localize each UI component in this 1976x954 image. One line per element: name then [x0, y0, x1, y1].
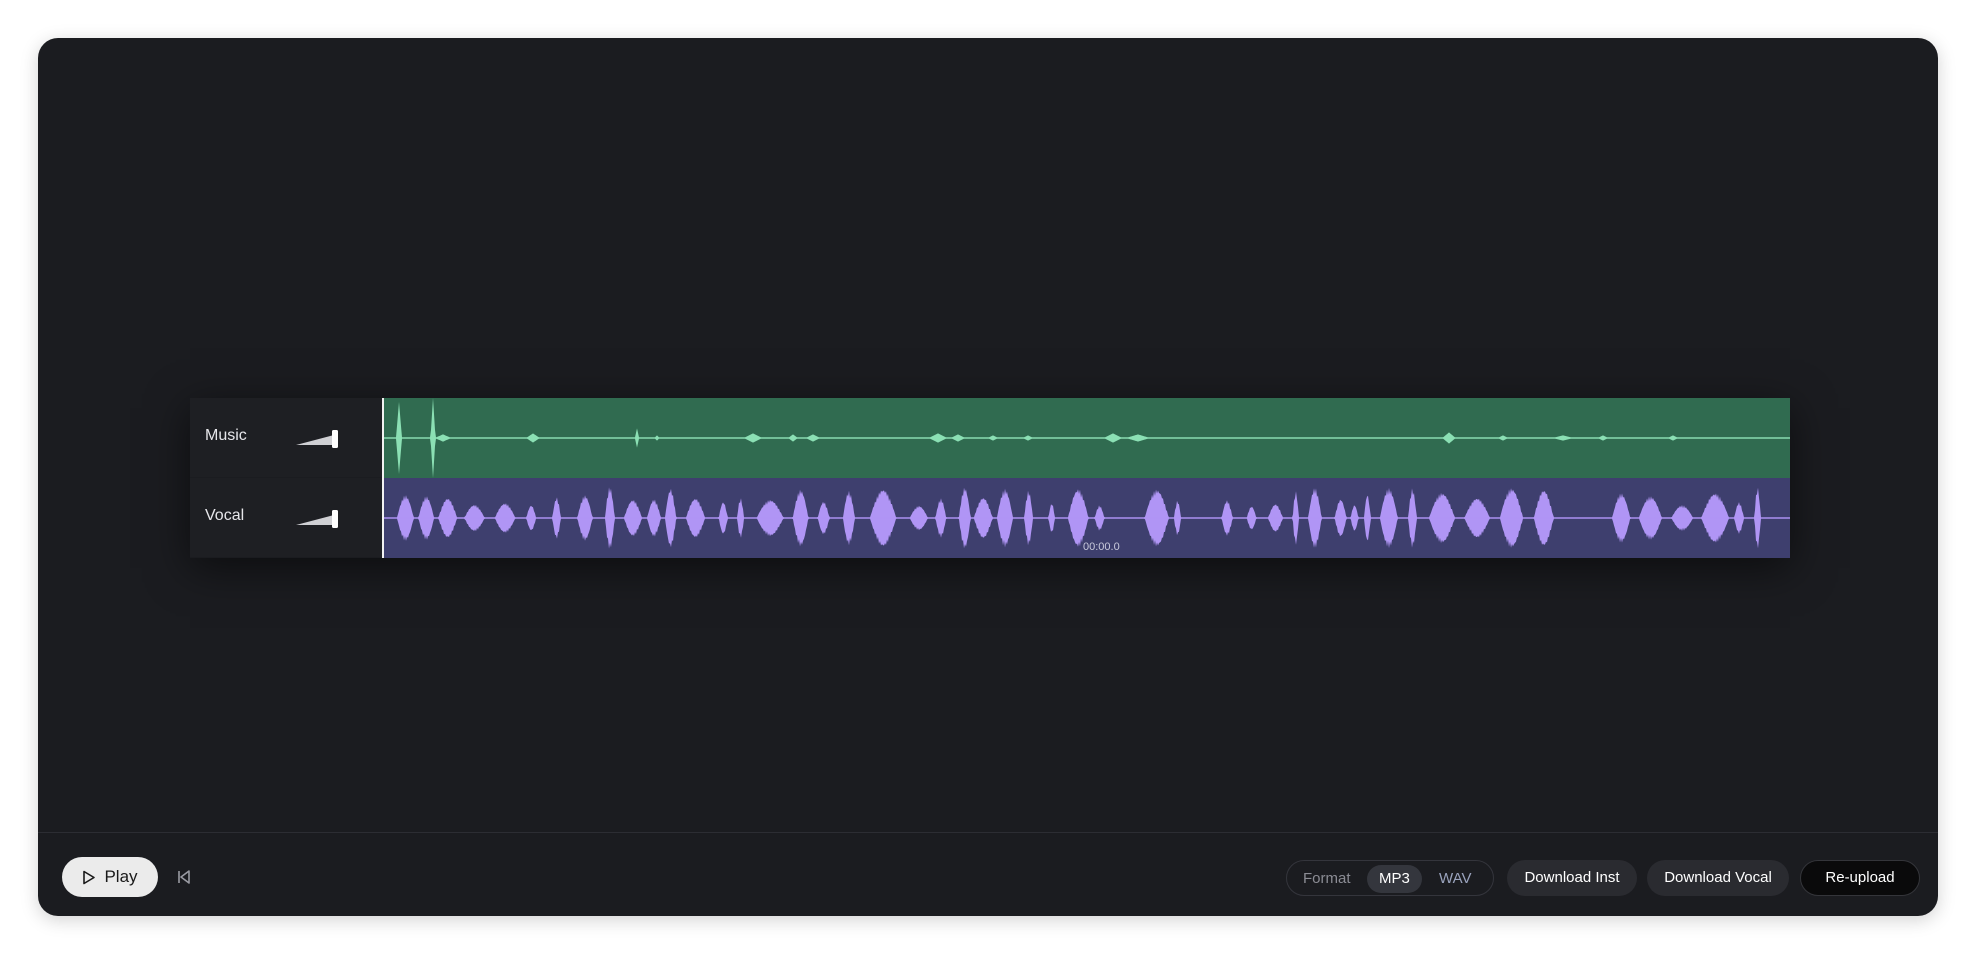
transport-bar: Play Format MP3 WAV Download Inst Downlo…	[38, 832, 1938, 916]
play-button[interactable]: Play	[62, 857, 158, 897]
vocal-track-header: Vocal	[190, 478, 382, 557]
music-track-name: Music	[205, 427, 247, 444]
multitrack-editor: Music Vocal 00:00.0	[190, 398, 1790, 558]
play-icon	[83, 870, 96, 884]
download-vocal-button[interactable]: Download Vocal	[1647, 860, 1789, 896]
play-label: Play	[104, 867, 138, 886]
format-option-mp3[interactable]: MP3	[1367, 865, 1422, 893]
playhead-time: 00:00.0	[1083, 541, 1120, 553]
music-waveform[interactable]	[383, 398, 1790, 478]
music-waveform-lane[interactable]	[383, 398, 1790, 478]
format-label: Format	[1303, 870, 1351, 887]
audio-splitter-app: Music Vocal 00:00.0 Play Format MP3 WAV …	[38, 38, 1938, 916]
music-volume-slider[interactable]	[296, 430, 340, 448]
skip-to-start-icon[interactable]	[174, 867, 194, 887]
format-option-wav[interactable]: WAV	[1427, 865, 1484, 893]
music-track-header: Music	[190, 398, 382, 477]
playhead-cursor[interactable]	[382, 398, 384, 558]
format-selector: Format MP3 WAV	[1286, 860, 1494, 896]
download-inst-button[interactable]: Download Inst	[1507, 860, 1637, 896]
vocal-volume-slider[interactable]	[296, 510, 340, 528]
vocal-track-name: Vocal	[205, 507, 245, 524]
reupload-button[interactable]: Re-upload	[1800, 860, 1920, 896]
